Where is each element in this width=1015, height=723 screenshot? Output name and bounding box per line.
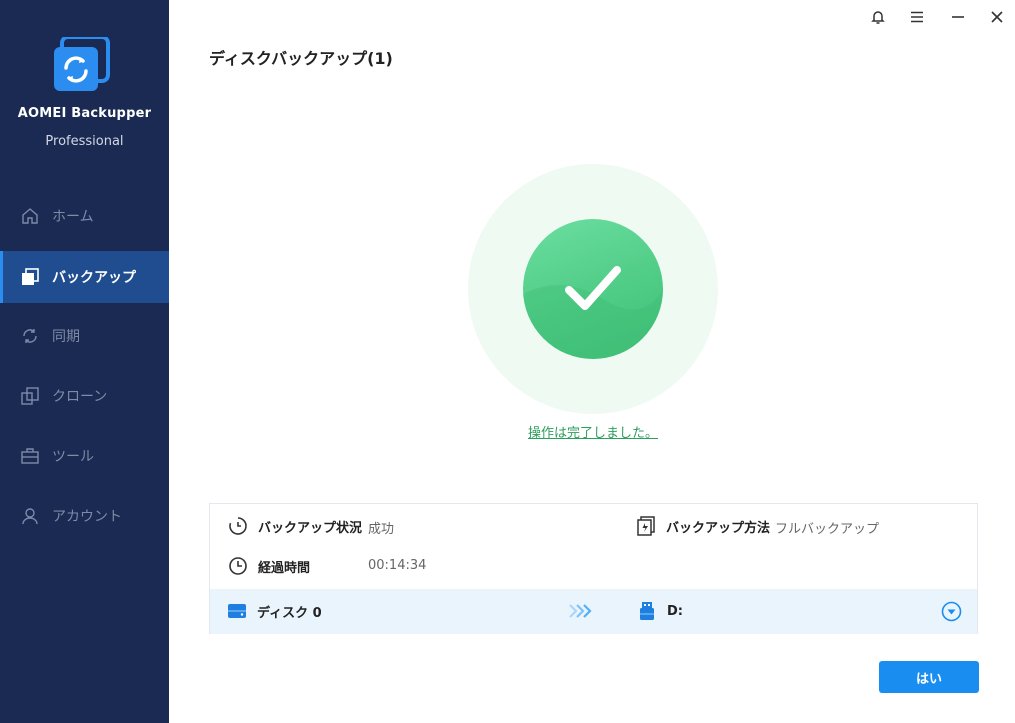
backup-method-label: バックアップ方法 [666, 520, 771, 536]
source-disk-label: ディスク 0 [257, 605, 322, 621]
backup-icon [20, 267, 40, 287]
sidebar-item-label: アカウント [52, 509, 122, 525]
transfer-arrows-icon [568, 601, 592, 625]
expand-details-icon[interactable] [941, 601, 962, 626]
status-message-link[interactable]: 操作は完了しました。 [450, 422, 736, 441]
sidebar-item-home[interactable]: ホーム [0, 190, 169, 242]
success-check-icon [523, 219, 663, 359]
tools-icon [20, 446, 40, 466]
elapsed-time-row: 経過時間 [228, 555, 310, 577]
elapsed-time-value: 00:14:34 [368, 558, 427, 573]
sidebar-item-label: ホーム [52, 209, 94, 225]
sidebar: AOMEI Backupper Professional ホーム バックアップ … [0, 0, 169, 723]
sidebar-item-tools[interactable]: ツール [0, 430, 169, 482]
menu-icon[interactable] [905, 5, 929, 29]
ok-button[interactable]: はい [879, 661, 979, 693]
disk-icon [227, 601, 247, 621]
elapsed-time-label: 経過時間 [258, 560, 311, 576]
sync-icon [20, 326, 40, 346]
bell-icon[interactable] [866, 5, 890, 29]
backup-status-value: 成功 [368, 522, 395, 537]
source-disk: ディスク 0 [227, 600, 322, 622]
minimize-icon[interactable] [946, 5, 970, 29]
sidebar-item-label: バックアップ [52, 270, 136, 286]
sidebar-item-sync[interactable]: 同期 [0, 310, 169, 362]
destination-drive-label: D: [667, 603, 683, 619]
app-logo-icon [52, 35, 110, 93]
close-icon[interactable] [985, 5, 1009, 29]
backup-status-label: バックアップ状況 [258, 520, 363, 536]
clock-icon [228, 556, 248, 576]
page-title: ディスクバックアップ(1) [209, 49, 393, 68]
account-icon [20, 506, 40, 526]
backup-details-panel: バックアップ状況 成功 バックアップ方法 フルバックアップ 経過時間 00:14… [209, 503, 978, 634]
sidebar-item-backup[interactable]: バックアップ [0, 251, 169, 303]
method-icon [636, 516, 656, 536]
backup-method-row: バックアップ方法 [636, 515, 770, 537]
clone-icon [20, 386, 40, 406]
sidebar-item-label: ツール [52, 449, 94, 465]
sidebar-item-account[interactable]: アカウント [0, 490, 169, 542]
transfer-row: ディスク 0 D: [210, 589, 977, 634]
backup-method-value: フルバックアップ [775, 522, 880, 537]
sidebar-item-label: 同期 [52, 329, 80, 345]
status-clock-icon [228, 516, 248, 536]
destination-drive: D: [637, 600, 683, 622]
app-edition: Professional [45, 134, 124, 149]
usb-drive-icon [637, 601, 657, 621]
home-icon [20, 206, 40, 226]
backup-status-row: バックアップ状況 [228, 515, 362, 537]
app-name: AOMEI Backupper [17, 106, 152, 121]
sidebar-item-label: クローン [52, 389, 108, 405]
sidebar-item-clone[interactable]: クローン [0, 370, 169, 422]
